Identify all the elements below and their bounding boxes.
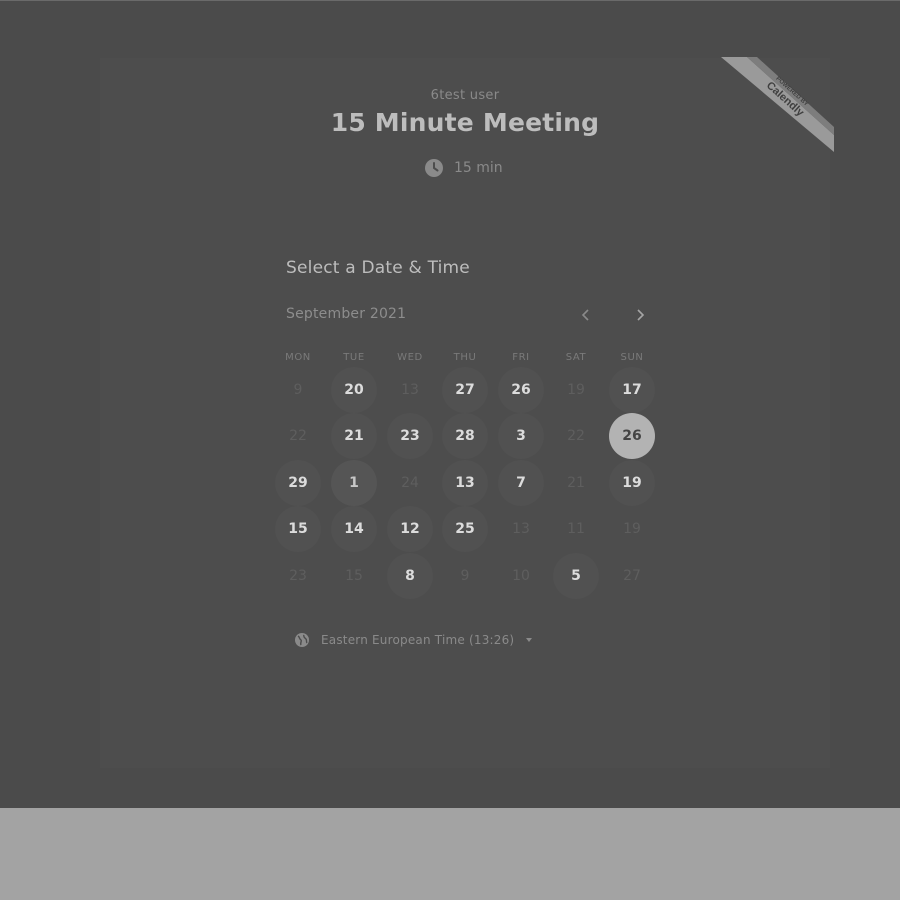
calendar-day-selected[interactable]: 26 (609, 413, 655, 459)
calendar-day: 22 (289, 428, 307, 444)
chevron-left-icon (581, 306, 591, 325)
calendar-day: 13 (512, 521, 530, 537)
calendar-day[interactable]: 15 (275, 506, 321, 552)
calendar-day[interactable]: 19 (609, 460, 655, 506)
calendar-day: 9 (460, 568, 470, 584)
calendar-day: 22 (567, 428, 585, 444)
calendar-day[interactable]: 14 (331, 506, 377, 552)
calendar-day[interactable]: 20 (331, 367, 377, 413)
calendar-day: 10 (512, 568, 530, 584)
event-host-name: 6test user (430, 88, 500, 103)
weekday-label: THU (453, 352, 477, 363)
calendar-day: 19 (567, 382, 585, 398)
weekday-label: FRI (512, 352, 530, 363)
calendar-day: 21 (567, 475, 585, 491)
calendar-day: 13 (401, 382, 419, 398)
calendar-day: 23 (289, 568, 307, 584)
timezone-selector[interactable]: Eastern European Time (13:26) (294, 630, 533, 650)
clock-icon (424, 158, 444, 178)
calendar-day[interactable]: 8 (387, 553, 433, 599)
calendar-day: 11 (567, 521, 585, 537)
event-duration: 15 min (424, 158, 503, 178)
calendar-day[interactable]: 23 (387, 413, 433, 459)
calendar-heading: Select a Date & Time (286, 258, 470, 278)
previous-month-button[interactable] (576, 305, 596, 325)
calendar-day[interactable]: 25 (442, 506, 488, 552)
calendar-day: 19 (623, 521, 641, 537)
event-title: 15 Minute Meeting (330, 108, 600, 137)
calendar-day: 27 (623, 568, 641, 584)
next-month-button[interactable] (630, 305, 650, 325)
calendar-month-label: September 2021 (286, 306, 407, 322)
calendar-day[interactable]: 7 (498, 460, 544, 506)
calendar-day[interactable]: 13 (442, 460, 488, 506)
calendar-day: 9 (293, 382, 303, 398)
calendly-ribbon-badge: POWERED BY Calendly (721, 57, 834, 152)
calendar-day[interactable]: 1 (331, 460, 377, 506)
calendar-day[interactable]: 21 (331, 413, 377, 459)
calendar-day[interactable]: 29 (275, 460, 321, 506)
weekday-label: WED (397, 352, 423, 363)
caret-down-icon (525, 637, 533, 643)
weekday-label: MON (285, 352, 311, 363)
calendar-day[interactable]: 26 (498, 367, 544, 413)
calendar-day[interactable]: 27 (442, 367, 488, 413)
event-duration-label: 15 min (454, 160, 503, 176)
calendar-day[interactable]: 5 (553, 553, 599, 599)
globe-icon (294, 632, 310, 648)
calendar-day[interactable]: 12 (387, 506, 433, 552)
calendar-day[interactable]: 17 (609, 367, 655, 413)
weekday-label: TUE (343, 352, 365, 363)
weekday-label: SAT (565, 352, 587, 363)
timezone-label: Eastern European Time (13:26) (321, 633, 515, 647)
weekday-label: SUN (620, 352, 644, 363)
calendar-day: 15 (345, 568, 363, 584)
chevron-right-icon (635, 306, 645, 325)
calendar-day[interactable]: 3 (498, 413, 544, 459)
calendar-day[interactable]: 28 (442, 413, 488, 459)
calendar-day: 24 (401, 475, 419, 491)
powered-by-calendly-ribbon[interactable]: POWERED BY Calendly (721, 57, 834, 152)
